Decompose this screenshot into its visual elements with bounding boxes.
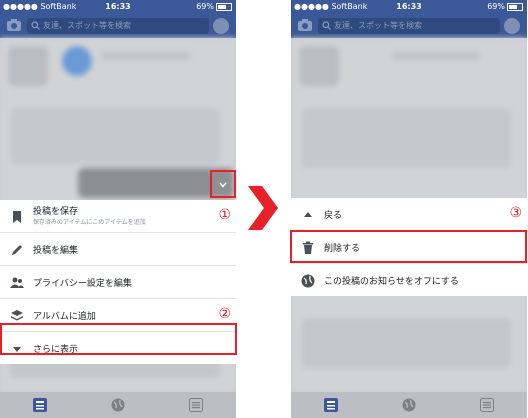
- news-feed-tab-icon[interactable]: [324, 398, 338, 412]
- phone-screenshot-left: ●●●●● SoftBank 16:33 69% 友達、スポット等を検索 投稿を…: [0, 0, 236, 418]
- blurred-post: [301, 108, 511, 168]
- back-item[interactable]: 戻る ③: [291, 198, 527, 230]
- camera-icon[interactable]: [7, 19, 21, 31]
- status-bar: ●●●●● SoftBank 16:33 69%: [0, 0, 236, 14]
- battery-icon: [216, 2, 232, 11]
- battery-indicator: 69%: [196, 2, 232, 11]
- tab-bar: [291, 392, 527, 418]
- status-bar: ●●●●● SoftBank 16:33 69%: [291, 0, 527, 14]
- save-post-item[interactable]: 投稿を保存 保存済みのアイテムにこのアイテムを追加 ①: [0, 200, 236, 232]
- edit-post-label: 投稿を編集: [33, 246, 79, 256]
- caret-up-icon: [304, 212, 312, 217]
- save-post-label: 投稿を保存: [33, 207, 79, 217]
- blurred-avatar: [62, 46, 92, 76]
- people-icon: [10, 277, 24, 288]
- back-label: 戻る: [324, 211, 343, 221]
- menu-tab-icon[interactable]: [189, 398, 203, 412]
- pencil-icon: [12, 245, 22, 255]
- battery-percent: 69%: [487, 2, 505, 11]
- bookmark-icon: [13, 211, 21, 223]
- blurred-text: [100, 52, 190, 60]
- messenger-icon[interactable]: [504, 18, 520, 34]
- highlight-delete: [290, 230, 527, 263]
- blurred-text: [391, 52, 481, 60]
- battery-icon: [507, 2, 523, 11]
- chevron-down-icon: [219, 182, 227, 188]
- messenger-icon[interactable]: [213, 18, 229, 34]
- highlight-post-menu-chevron: [210, 170, 236, 198]
- save-post-sublabel: 保存済みのアイテムにこのアイテムを追加: [33, 219, 146, 226]
- globe-tab-icon[interactable]: [402, 398, 416, 412]
- facebook-navbar: 友達、スポット等を検索: [291, 14, 527, 38]
- phone-screenshot-right: ●●●●● SoftBank 16:33 69% 友達、スポット等を検索 戻る …: [291, 0, 527, 418]
- battery-indicator: 69%: [487, 2, 523, 11]
- edit-post-item[interactable]: 投稿を編集: [0, 232, 236, 265]
- step-3-marker: ③: [509, 205, 522, 221]
- tab-bar: [0, 392, 236, 418]
- facebook-navbar: 友達、スポット等を検索: [0, 14, 236, 38]
- globe-icon: [301, 274, 315, 288]
- news-feed-tab-icon[interactable]: [33, 398, 47, 412]
- search-icon: [31, 21, 40, 30]
- blurred-post: [10, 108, 220, 164]
- search-input[interactable]: 友達、スポット等を検索: [318, 18, 500, 34]
- add-to-album-label: アルバムに追加: [33, 312, 96, 322]
- turn-off-notifications-item[interactable]: この投稿のお知らせをオフにする: [291, 263, 527, 296]
- search-placeholder: 友達、スポット等を検索: [334, 21, 422, 30]
- menu-tab-icon[interactable]: [480, 398, 494, 412]
- search-placeholder: 友達、スポット等を検索: [43, 21, 131, 30]
- highlight-show-more: [0, 323, 237, 355]
- layers-icon: [11, 310, 23, 321]
- globe-tab-icon[interactable]: [111, 398, 125, 412]
- search-input[interactable]: 友達、スポット等を検索: [27, 18, 209, 34]
- next-step-arrow-icon: [248, 186, 278, 230]
- step-1-marker: ①: [218, 207, 231, 223]
- edit-privacy-item[interactable]: プライバシー設定を編集: [0, 265, 236, 298]
- blurred-post: [301, 318, 511, 368]
- camera-icon[interactable]: [298, 19, 312, 31]
- blurred-avatar: [299, 46, 339, 86]
- battery-percent: 69%: [196, 2, 214, 11]
- blurred-avatar: [8, 46, 48, 86]
- search-icon: [322, 21, 331, 30]
- step-2-marker: ②: [218, 306, 231, 322]
- edit-privacy-label: プライバシー設定を編集: [33, 279, 132, 289]
- turn-off-notifications-label: この投稿のお知らせをオフにする: [324, 277, 459, 287]
